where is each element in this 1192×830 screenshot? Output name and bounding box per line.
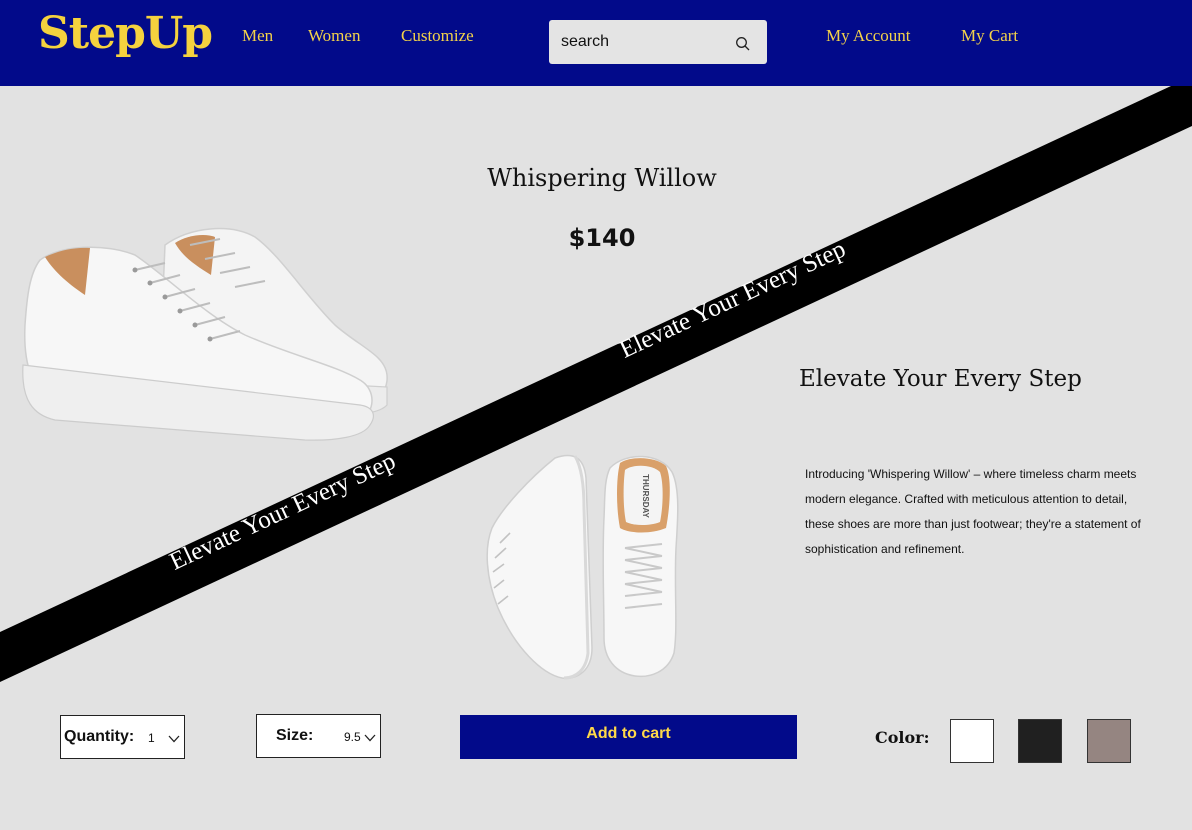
product-description: Introducing 'Whispering Willow' – where … (805, 467, 1141, 556)
size-selector[interactable]: Size: 9.5 (256, 714, 381, 758)
quantity-selector[interactable]: Quantity: 1 (60, 715, 185, 759)
top-navigation-bar: StepUp Men Women Customize My Account My… (0, 0, 1192, 86)
chevron-down-icon[interactable] (168, 735, 180, 743)
banner-text-lower: Elevate Your Every Step (165, 447, 400, 576)
size-label: Size: (276, 727, 314, 744)
nav-link-men[interactable]: Men (242, 26, 273, 46)
color-swatch-taupe[interactable] (1087, 719, 1131, 763)
nav-link-customize[interactable]: Customize (401, 26, 474, 46)
banner-text-upper: Elevate Your Every Step (615, 235, 850, 364)
size-value: 9.5 (344, 730, 361, 744)
chevron-down-icon[interactable] (364, 734, 376, 742)
color-swatch-black[interactable] (1018, 719, 1062, 763)
brand-logo[interactable]: StepUp (38, 8, 213, 59)
quantity-label: Quantity: (64, 728, 135, 745)
my-cart-link[interactable]: My Cart (961, 26, 1018, 46)
color-swatch-white[interactable] (950, 719, 994, 763)
product-price: $140 (568, 224, 636, 252)
my-account-link[interactable]: My Account (826, 26, 911, 46)
nav-link-women[interactable]: Women (308, 26, 360, 46)
search-input[interactable] (549, 20, 729, 64)
add-to-cart-button[interactable]: Add to cart (460, 715, 797, 759)
color-label: Color: (875, 728, 930, 747)
search-icon[interactable] (735, 36, 751, 52)
product-title: Whispering Willow (487, 164, 717, 192)
product-image-side (22, 227, 388, 441)
product-tagline: Elevate Your Every Step (799, 366, 1082, 392)
insole-brand-text: THURSDAY (641, 474, 650, 518)
quantity-value: 1 (148, 731, 155, 745)
product-image-top: THURSDAY (486, 454, 679, 680)
search-bar (549, 20, 767, 64)
